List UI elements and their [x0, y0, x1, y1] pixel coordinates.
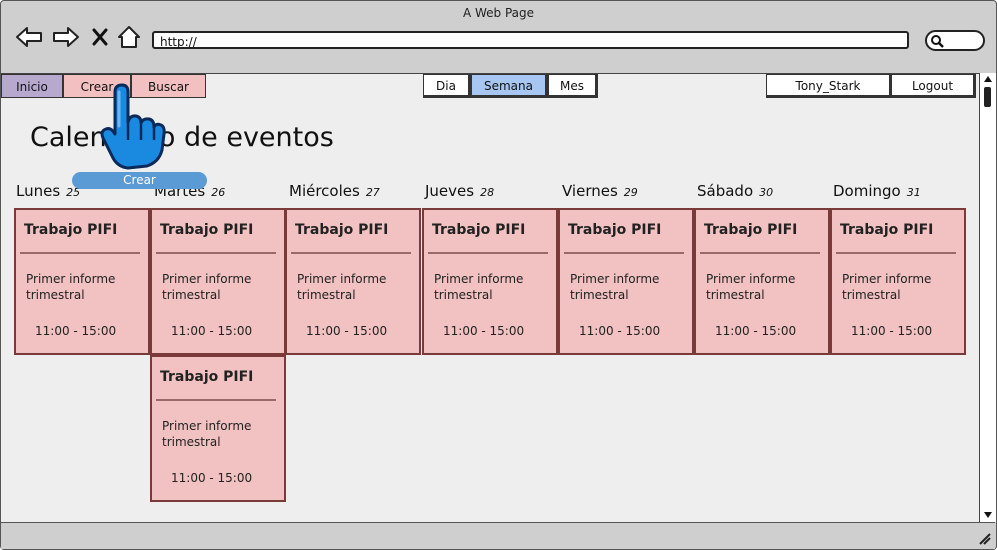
event-description: Primer informe trimestral	[162, 419, 252, 449]
divider	[20, 252, 140, 254]
day-header: Domingo 31	[833, 182, 921, 200]
event-title: Trabajo PIFI	[568, 222, 662, 238]
browser-search-field[interactable]	[925, 30, 985, 51]
event-title: Trabajo PIFI	[24, 222, 118, 238]
event-title: Trabajo PIFI	[160, 369, 254, 385]
view-semana-button[interactable]: Semana	[471, 74, 548, 98]
divider	[156, 252, 276, 254]
event-time: 11:00 - 15:00	[171, 471, 253, 485]
event-card[interactable]: Trabajo PIFI Primer informe trimestral 11…	[150, 208, 286, 355]
event-card[interactable]: Trabajo PIFI Primer informe trimestral 11…	[422, 208, 558, 355]
event-card[interactable]: Trabajo PIFI Primer informe trimestral 11…	[694, 208, 830, 355]
event-time: 11:00 - 15:00	[851, 324, 933, 338]
status-bar	[1, 522, 995, 549]
search-icon	[931, 35, 944, 48]
event-time: 11:00 - 15:00	[443, 324, 525, 338]
event-time: 11:00 - 15:00	[171, 324, 253, 338]
event-description: Primer informe trimestral	[842, 272, 932, 302]
event-title: Trabajo PIFI	[160, 222, 254, 238]
event-time: 11:00 - 15:00	[579, 324, 661, 338]
tab-inicio[interactable]: Inicio	[1, 74, 63, 98]
event-title: Trabajo PIFI	[295, 222, 389, 238]
event-card[interactable]: Trabajo PIFI Primer informe trimestral 11…	[830, 208, 966, 355]
hand-cursor-icon	[98, 82, 168, 174]
view-dia-button[interactable]: Dia	[423, 74, 471, 98]
scroll-up-icon[interactable]	[983, 75, 993, 83]
event-card[interactable]: Trabajo PIFI Primer informe trimestral 11…	[150, 355, 286, 502]
scrollbar-thumb[interactable]	[984, 87, 991, 107]
resize-grip-icon[interactable]	[977, 531, 991, 545]
event-title: Trabajo PIFI	[704, 222, 798, 238]
divider	[291, 252, 411, 254]
crear-tooltip: Crear	[72, 172, 207, 189]
vertical-scrollbar[interactable]	[979, 73, 996, 522]
divider	[428, 252, 548, 254]
event-title: Trabajo PIFI	[840, 222, 934, 238]
address-bar[interactable]: http://	[152, 31, 909, 49]
day-header: Miércoles 27	[289, 182, 380, 200]
event-description: Primer informe trimestral	[434, 272, 524, 302]
event-description: Primer informe trimestral	[26, 272, 116, 302]
event-card[interactable]: Trabajo PIFI Primer informe trimestral 11…	[14, 208, 150, 355]
divider	[836, 252, 956, 254]
day-header: Viernes 29	[562, 182, 638, 200]
close-icon[interactable]	[90, 22, 110, 52]
scroll-down-icon[interactable]	[983, 511, 993, 519]
divider	[700, 252, 820, 254]
event-card[interactable]: Trabajo PIFI Primer informe trimestral 11…	[285, 208, 421, 355]
window-title: A Web Page	[462, 6, 535, 20]
back-icon[interactable]	[14, 22, 44, 52]
event-description: Primer informe trimestral	[570, 272, 660, 302]
event-description: Primer informe trimestral	[297, 272, 387, 302]
day-header: Jueves 28	[425, 182, 495, 200]
event-time: 11:00 - 15:00	[715, 324, 797, 338]
divider	[564, 252, 684, 254]
day-header: Lunes 25	[16, 182, 81, 200]
day-header: Sábado 30	[697, 182, 774, 200]
view-mes-button[interactable]: Mes	[548, 74, 598, 98]
event-time: 11:00 - 15:00	[306, 324, 388, 338]
user-button[interactable]: Tony_Stark	[766, 74, 892, 98]
event-title: Trabajo PIFI	[432, 222, 526, 238]
forward-icon[interactable]	[51, 22, 81, 52]
home-icon[interactable]	[116, 22, 142, 52]
event-time: 11:00 - 15:00	[35, 324, 117, 338]
event-description: Primer informe trimestral	[706, 272, 796, 302]
divider	[156, 399, 276, 401]
page-title: Calendario de eventos	[30, 122, 334, 153]
event-description: Primer informe trimestral	[162, 272, 252, 302]
logout-button[interactable]: Logout	[891, 74, 976, 98]
event-card[interactable]: Trabajo PIFI Primer informe trimestral 11…	[558, 208, 694, 355]
